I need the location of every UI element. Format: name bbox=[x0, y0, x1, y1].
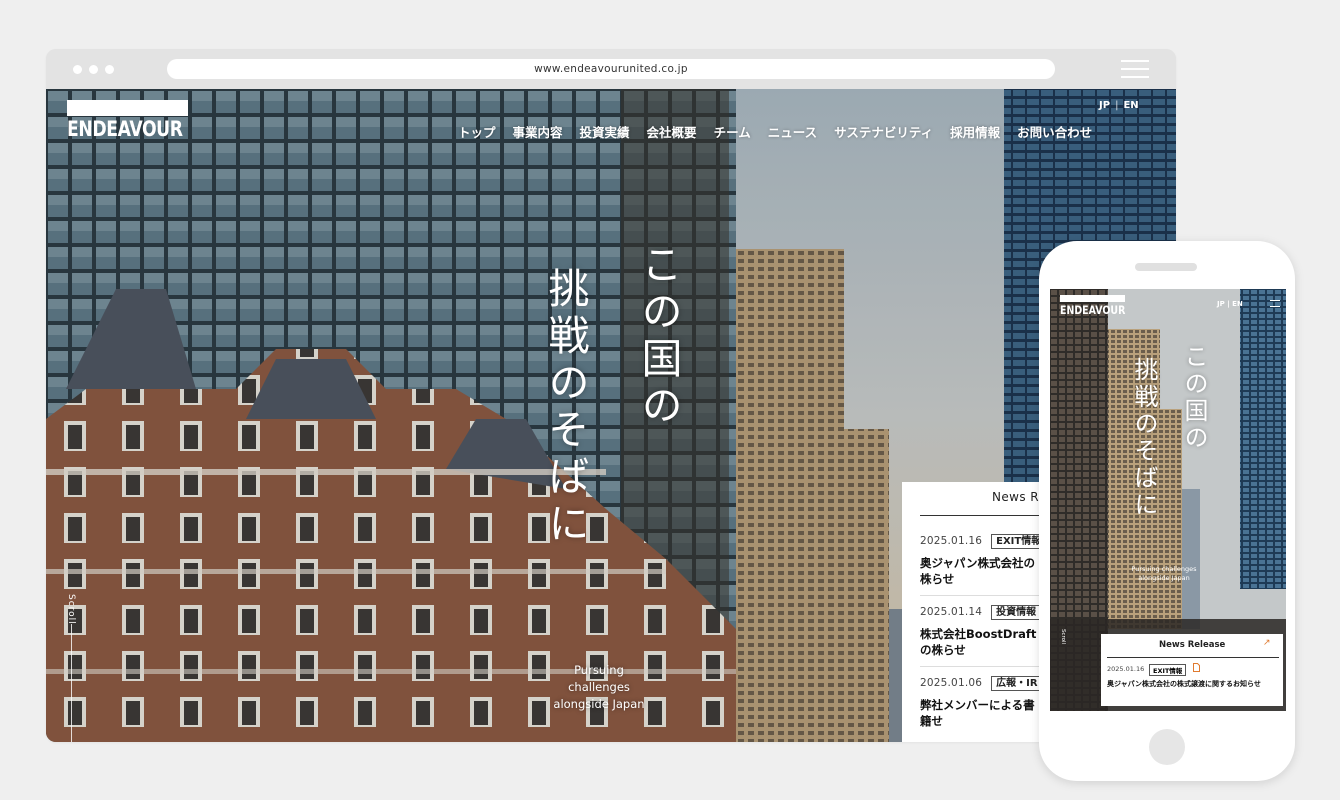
mobile-scroll-indicator[interactable]: Scroll bbox=[1060, 629, 1066, 644]
mobile-hero-subtitle: Pursuing challenges alongside Japan bbox=[1129, 565, 1199, 583]
lang-jp-link[interactable]: JP bbox=[1099, 100, 1110, 111]
news-text: 奥ジャパン株式会社の株らせ bbox=[920, 556, 1035, 586]
mobile-subtitle-line1: Pursuing challenges bbox=[1131, 565, 1197, 573]
window-dot-icon bbox=[89, 65, 98, 74]
scroll-indicator[interactable]: Scroll bbox=[66, 594, 76, 625]
nav-item-contact[interactable]: お問い合わせ bbox=[1017, 122, 1092, 141]
arrow-up-right-icon[interactable]: ↗ bbox=[1263, 638, 1271, 648]
news-tag: 投資情報 bbox=[991, 605, 1042, 620]
nav-item-business[interactable]: 事業内容 bbox=[513, 122, 563, 141]
hero-tagline-line2: 挑戦のそばに bbox=[541, 267, 589, 549]
phone-screen: ENDEAVOUR JP | EN この国の 挑戦のそばに Pursuing c… bbox=[1050, 289, 1286, 711]
news-date: 2025.01.14 bbox=[920, 606, 983, 618]
mobile-tagline-line2: 挑戦のそばに bbox=[1130, 357, 1158, 519]
mobile-site-logo[interactable]: ENDEAVOUR bbox=[1060, 295, 1125, 317]
pdf-icon bbox=[1193, 663, 1200, 674]
mobile-logo-wordmark: ENDEAVOUR bbox=[1060, 303, 1126, 317]
news-tag: EXIT情報 bbox=[991, 534, 1047, 549]
mobile-language-switcher[interactable]: JP | EN bbox=[1217, 300, 1243, 308]
global-nav: トップ 事業内容 投資実績 会社概要 チーム ニュース サステナビリティ 採用情… bbox=[458, 122, 1092, 141]
language-switcher: JP | EN bbox=[1099, 100, 1139, 111]
site-logo[interactable]: ENDEAVOUR bbox=[67, 100, 188, 141]
mobile-news-tag: EXIT情報 bbox=[1149, 664, 1187, 676]
news-date: 2025.01.06 bbox=[920, 677, 983, 689]
mobile-tagline-line1: この国の bbox=[1180, 344, 1208, 452]
mobile-news-date: 2025.01.16 bbox=[1107, 665, 1145, 673]
nav-item-sustainability[interactable]: サステナビリティ bbox=[834, 122, 933, 141]
nav-item-company[interactable]: 会社概要 bbox=[647, 122, 697, 141]
address-bar[interactable]: www.endeavourunited.co.jp bbox=[167, 59, 1055, 79]
news-text: 弊社メンバーによる書籍せ bbox=[920, 698, 1035, 728]
nav-item-careers[interactable]: 採用情報 bbox=[950, 122, 1000, 141]
nav-item-team[interactable]: チーム bbox=[714, 122, 751, 141]
phone-mockup: ENDEAVOUR JP | EN この国の 挑戦のそばに Pursuing c… bbox=[1039, 241, 1295, 781]
mobile-hamburger-menu-icon[interactable] bbox=[1270, 300, 1280, 308]
phone-home-button bbox=[1149, 729, 1185, 765]
nav-item-news[interactable]: ニュース bbox=[768, 122, 817, 141]
phone-speaker bbox=[1135, 263, 1197, 271]
window-dot-icon bbox=[105, 65, 114, 74]
lang-en-link[interactable]: EN bbox=[1123, 100, 1138, 111]
mobile-news-text: 奥ジャパン株式会社の株式譲渡に関するお知らせ bbox=[1107, 680, 1261, 688]
browser-window: www.endeavourunited.co.jp ENDEAVOUR JP |… bbox=[46, 49, 1176, 742]
hero-subtitle-line2: alongside Japan bbox=[553, 697, 645, 711]
logo-wordmark: ENDEAVOUR bbox=[67, 117, 183, 141]
news-tag: 広報・IR bbox=[991, 676, 1043, 691]
news-text: 株式会社BoostDraftの株らせ bbox=[920, 627, 1037, 657]
mobile-news-divider bbox=[1107, 657, 1279, 658]
hero-section: ENDEAVOUR JP | EN トップ 事業内容 投資実績 会社概要 チーム ニ… bbox=[46, 89, 1176, 742]
mobile-news-title: News Release bbox=[1159, 640, 1226, 650]
mobile-news-panel[interactable]: News Release ↗ 2025.01.16 EXIT情報 奥ジャパン株式… bbox=[1101, 634, 1283, 706]
lang-separator: | bbox=[1115, 100, 1119, 111]
window-dot-icon bbox=[73, 65, 82, 74]
logo-bar bbox=[67, 100, 188, 116]
news-date: 2025.01.16 bbox=[920, 535, 983, 547]
hero-tagline-line1: この国の bbox=[634, 243, 682, 431]
hero-subtitle: Pursuing challenges alongside Japan bbox=[544, 662, 654, 713]
hamburger-menu-icon[interactable] bbox=[1121, 60, 1149, 78]
mobile-subtitle-line2: alongside Japan bbox=[1138, 574, 1190, 582]
hero-subtitle-line1: Pursuing challenges bbox=[568, 663, 630, 694]
scroll-line bbox=[71, 624, 72, 742]
mobile-logo-bar bbox=[1060, 295, 1125, 302]
browser-toolbar: www.endeavourunited.co.jp bbox=[46, 49, 1176, 89]
nav-item-investments[interactable]: 投資実績 bbox=[580, 122, 630, 141]
nav-item-top[interactable]: トップ bbox=[458, 122, 496, 141]
